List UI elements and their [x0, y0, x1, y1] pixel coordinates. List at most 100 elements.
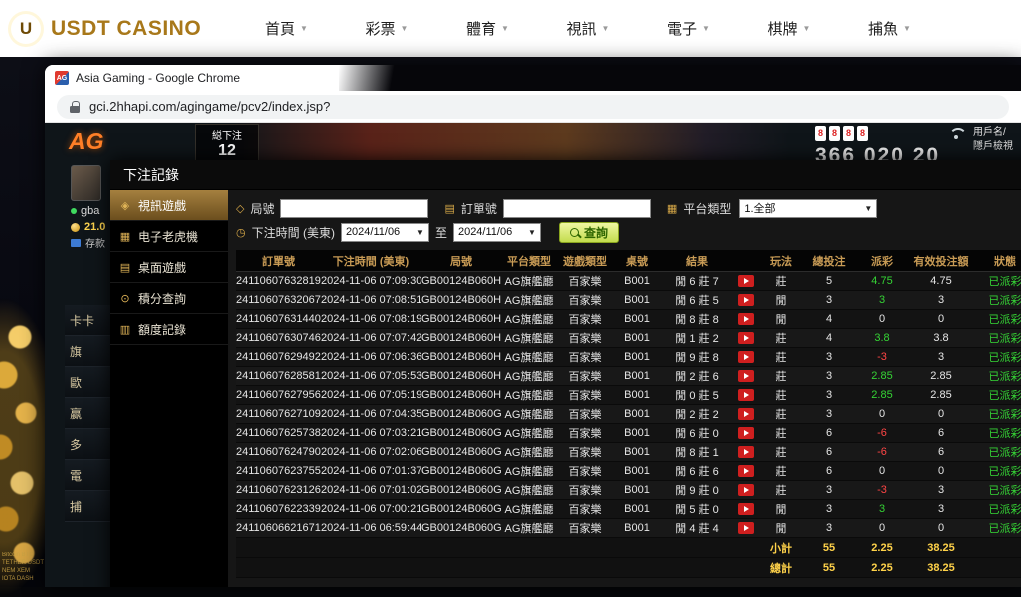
nav-item[interactable]: 彩票▼	[366, 18, 409, 39]
table-header-row: 訂單號下注時間 (美東)局號平台類型遊戲類型桌號結果玩法總投注派彩有效投注額狀態	[236, 250, 1021, 272]
play-type-cell: 莊	[759, 482, 803, 498]
address-bar[interactable]: gci.2hhapi.com/agingame/pcv2/index.jsp?	[57, 95, 1009, 119]
table-number-cell: B001	[613, 503, 661, 515]
total-bet-cell: 6	[803, 446, 855, 458]
column-header: 平台類型	[501, 253, 557, 269]
play-icon	[744, 411, 749, 417]
round-number-input[interactable]	[280, 199, 428, 218]
sidebar-item-label: 額度記錄	[138, 321, 186, 338]
order-number-icon: ▤	[444, 202, 454, 215]
play-cell	[733, 427, 759, 439]
replay-button[interactable]	[738, 294, 754, 306]
play-type-cell: 閒	[759, 520, 803, 536]
site-logo[interactable]: U USDT CASINO	[0, 11, 235, 47]
replay-button[interactable]	[738, 522, 754, 534]
subtotal-row-payout: 2.25	[855, 542, 909, 554]
search-button[interactable]: 查詢	[559, 222, 619, 243]
table-row: 2411060762795622024-11-06 07:05:19GB0012…	[236, 386, 1021, 405]
nav-item[interactable]: 體育▼	[466, 18, 509, 39]
platform-cell: AG旗艦廳	[501, 425, 557, 441]
deposit-label: 存款	[85, 235, 105, 250]
table-row: 2411060763281972024-11-06 07:09:30GB0012…	[236, 272, 1021, 291]
order-number-cell: 241106076223396	[236, 503, 321, 515]
replay-button[interactable]	[738, 408, 754, 420]
deposit-menu-fragment[interactable]: 存款	[71, 235, 105, 250]
sidebar-item-table-games[interactable]: ▤桌面遊戲	[110, 252, 228, 283]
window-title: Asia Gaming - Google Chrome	[76, 71, 240, 85]
modal-title: 下注記錄	[123, 165, 179, 185]
lobby-menu-item[interactable]: 歐	[65, 367, 111, 398]
chevron-down-icon: ▼	[300, 24, 308, 33]
bet-time-cell: 2024-11-06 07:07:42	[321, 332, 421, 344]
replay-button[interactable]	[738, 370, 754, 382]
play-type-cell: 莊	[759, 368, 803, 384]
bet-time-cell: 2024-11-06 07:00:21	[321, 503, 421, 515]
nav-item[interactable]: 捕魚▼	[868, 18, 911, 39]
lobby-menu-item[interactable]: 卡卡	[65, 305, 111, 336]
lobby-link[interactable]: 用戶名/	[973, 126, 1019, 140]
replay-button[interactable]	[738, 503, 754, 515]
column-header: 派彩	[855, 253, 909, 269]
nav-item[interactable]: 電子▼	[667, 18, 710, 39]
column-header: 遊戲類型	[557, 253, 613, 269]
sidebar-item-video-games[interactable]: ◈視訊遊戲	[110, 190, 228, 221]
lobby-menu-item[interactable]: 赢	[65, 398, 111, 429]
platform-cell: AG旗艦廳	[501, 273, 557, 289]
replay-button[interactable]	[738, 465, 754, 477]
date-from-picker[interactable]: 2024/11/06 ▼	[341, 223, 429, 242]
total-bet-cell: 3	[803, 351, 855, 363]
nav-item[interactable]: 棋牌▼	[768, 18, 811, 39]
replay-button[interactable]	[738, 332, 754, 344]
payout-cell: 3.8	[855, 332, 909, 344]
replay-button[interactable]	[738, 446, 754, 458]
lobby-menu-item[interactable]: 電	[65, 460, 111, 491]
filters-row-2: ◷ 下注時間 (美東) 2024/11/06 ▼ 至 2024/11/06 ▼	[236, 220, 1021, 244]
order-number-input[interactable]	[503, 199, 651, 218]
sidebar-item-quota-records[interactable]: ▥ 額度記錄	[110, 314, 228, 345]
play-type-cell: 莊	[759, 463, 803, 479]
sidebar-item-label: 桌面遊戲	[138, 259, 186, 276]
column-header: 下注時間 (美東)	[321, 253, 421, 269]
play-icon	[744, 297, 749, 303]
lobby-link[interactable]: 隱戶檢視	[973, 140, 1019, 154]
replay-button[interactable]	[738, 275, 754, 287]
chevron-down-icon: ▼	[416, 228, 424, 237]
sidebar-item-slots[interactable]: ▦电子老虎機	[110, 221, 228, 252]
result-cell: 閒 9 莊 8	[661, 349, 733, 365]
lobby-menu-item[interactable]: 多	[65, 429, 111, 460]
game-type-cell: 百家樂	[557, 520, 613, 536]
replay-button[interactable]	[738, 313, 754, 325]
result-cell: 閒 1 莊 2	[661, 330, 733, 346]
replay-button[interactable]	[738, 351, 754, 363]
result-cell: 閒 5 莊 0	[661, 501, 733, 517]
order-number-cell: 241106076285819	[236, 370, 321, 382]
play-type-cell: 閒	[759, 292, 803, 308]
replay-button[interactable]	[738, 427, 754, 439]
nav-item[interactable]: 視訊▼	[567, 18, 610, 39]
table-number-cell: B001	[613, 389, 661, 401]
status-cell: 已派彩	[973, 311, 1021, 327]
payout-cell: 4.75	[855, 275, 909, 287]
nav-item-label: 捕魚	[868, 18, 898, 39]
platform-cell: AG旗艦廳	[501, 463, 557, 479]
replay-button[interactable]	[738, 484, 754, 496]
status-cell: 已派彩	[973, 273, 1021, 289]
play-cell	[733, 313, 759, 325]
chrome-title-bar[interactable]: AG Asia Gaming - Google Chrome	[45, 65, 1021, 91]
date-to-picker[interactable]: 2024/11/06 ▼	[453, 223, 541, 242]
platform-select[interactable]: 1.全部 ▼	[739, 199, 877, 218]
modal-title-bar[interactable]: 下注記錄	[110, 160, 1021, 190]
lobby-menu-item[interactable]: 旗	[65, 336, 111, 367]
lobby-menu-item[interactable]: 捕	[65, 491, 111, 522]
quota-records-icon: ▥	[118, 323, 132, 336]
column-header: 訂單號	[236, 253, 321, 269]
nav-item[interactable]: 首頁▼	[265, 18, 308, 39]
sidebar-item-points-query[interactable]: ⊙積分查詢	[110, 283, 228, 314]
sidebar-item-label: 積分查詢	[138, 290, 186, 307]
total-row-label: 總計	[759, 560, 803, 576]
order-number-cell: 241106076279562	[236, 389, 321, 401]
round-number-cell: GB00124B060GX	[421, 427, 501, 439]
wifi-icon	[948, 128, 964, 141]
replay-button[interactable]	[738, 389, 754, 401]
play-icon	[744, 373, 749, 379]
